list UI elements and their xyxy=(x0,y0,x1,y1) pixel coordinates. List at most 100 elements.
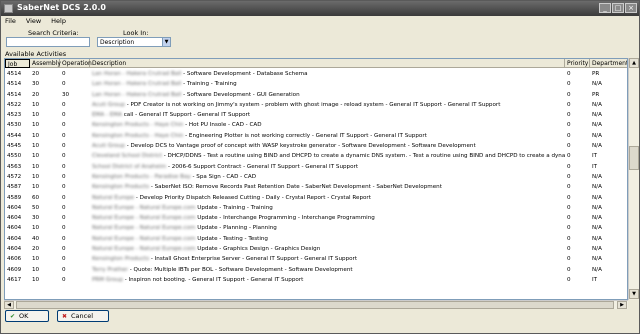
app-icon xyxy=(4,4,13,13)
horizontal-scrollbar[interactable]: ◀ ▶ xyxy=(4,300,628,309)
table-row[interactable]: 4606 10 0 Kensington Products - Install Gho… xyxy=(5,254,627,264)
ok-button[interactable]: ✔ OK xyxy=(5,310,49,322)
customer-name: Natural Europe xyxy=(92,194,135,201)
table-row[interactable]: 4544 10 0 Kensington Products - Haye Chin -… xyxy=(5,131,627,141)
cell-description: Natural Europe - Natural Europe.com Upda… xyxy=(90,244,565,254)
cell-assembly: 10 xyxy=(32,153,40,160)
activity-description: - Inspiron not booting. - General IT Sup… xyxy=(124,276,304,283)
column-header-job[interactable]: Job xyxy=(5,59,30,68)
cell-assembly: 20 xyxy=(32,246,40,253)
cell-job: 4589 xyxy=(7,194,22,201)
table-row[interactable]: 4522 10 0 Acuti Group - PDF Creator is not … xyxy=(5,100,627,110)
cell-job: 4545 xyxy=(7,143,22,150)
table-row[interactable]: 4617 10 0 PRM Group - Inspiron not booting.… xyxy=(5,275,627,285)
grid-header: Job Assembly Operation Description Prior… xyxy=(5,59,627,68)
table-row[interactable]: 4609 10 0 Terry Prather - Quote: Multiple I… xyxy=(5,265,627,275)
cancel-button[interactable]: ✖ Cancel xyxy=(57,310,109,322)
column-header-operation[interactable]: Operation xyxy=(60,59,92,68)
column-header-description[interactable]: Description xyxy=(90,59,565,68)
activity-description: Update - Training - Training xyxy=(197,204,273,211)
chevron-down-icon[interactable]: ▼ xyxy=(162,38,170,46)
cell-operation: 0 xyxy=(62,101,66,108)
table-row[interactable]: 4530 10 0 Kensington Products - Haye Chin -… xyxy=(5,120,627,130)
column-header-assembly[interactable]: Assembly xyxy=(30,59,61,68)
menu-file[interactable]: File xyxy=(1,16,20,26)
search-label: Search Criteria: xyxy=(28,29,79,37)
cell-priority: 0 xyxy=(567,235,571,242)
menu-view[interactable]: View xyxy=(22,16,45,26)
cell-assembly: 10 xyxy=(32,173,40,180)
table-row[interactable]: 4589 60 0 Natural Europe - Develop Priority… xyxy=(5,193,627,203)
customer-name: Natural Europe - Natural Europe.com xyxy=(92,204,196,211)
cell-description: Natural Europe - Natural Europe.com Upda… xyxy=(90,234,565,244)
customer-name: Kensington Products - Paradise Bay xyxy=(92,173,191,180)
activity-description: - Spa Sign - CAD - CAD xyxy=(192,173,257,180)
vertical-scroll-thumb[interactable] xyxy=(629,146,639,170)
table-row[interactable]: 4514 20 30 Lan Horan - Hakera Crutrad Ball … xyxy=(5,90,627,100)
table-row[interactable]: 4604 10 0 Natural Europe - Natural Europe.c… xyxy=(5,223,627,233)
cell-priority: 0 xyxy=(567,71,571,77)
table-row[interactable]: 4545 10 0 Acuti Group - Develop DCS to Vant… xyxy=(5,141,627,151)
scroll-left-icon[interactable]: ◀ xyxy=(4,301,14,309)
cell-department: N/A xyxy=(592,173,602,180)
table-row[interactable]: 4572 10 0 Kensington Products - Paradise Ba… xyxy=(5,172,627,182)
lookin-select[interactable]: Description ▼ xyxy=(97,37,171,47)
cell-priority: 0 xyxy=(567,101,571,108)
table-row[interactable]: 4604 20 0 Natural Europe - Natural Europe.c… xyxy=(5,244,627,254)
activity-description: Update - Graphics Design - Graphics Desi… xyxy=(197,246,321,253)
cell-department: IT xyxy=(592,163,598,170)
lookin-label: Look In: xyxy=(123,29,149,37)
customer-name: Cleveland School District xyxy=(92,153,162,160)
activity-description: - SaberNet ISO: Remove Records Past Rete… xyxy=(150,184,442,191)
vertical-scrollbar[interactable]: ▲ ▼ xyxy=(628,58,639,300)
table-row[interactable]: 4604 40 0 Natural Europe - Natural Europe.c… xyxy=(5,234,627,244)
menu-help[interactable]: Help xyxy=(47,16,70,26)
cell-priority: 0 xyxy=(567,184,571,191)
cell-operation: 0 xyxy=(62,204,66,211)
cell-description: Natural Europe - Natural Europe.com Upda… xyxy=(90,223,565,233)
table-row[interactable]: 4604 50 0 Natural Europe - Natural Europe.c… xyxy=(5,203,627,213)
cell-assembly: 10 xyxy=(32,143,40,150)
minimize-icon[interactable]: _ xyxy=(599,3,611,13)
window-title: SaberNet DCS 2.0.0 xyxy=(17,3,106,12)
activity-description: - PDF Creator is not working on Jimmy's … xyxy=(126,101,501,108)
horizontal-scroll-thumb[interactable] xyxy=(16,301,614,309)
cell-job: 4617 xyxy=(7,276,22,283)
table-row[interactable]: 4514 30 0 Lan Horan - Hakera Crutrad Ball -… xyxy=(5,79,627,89)
cell-assembly: 10 xyxy=(32,276,40,283)
column-header-department[interactable]: Department xyxy=(590,59,627,68)
cell-priority: 0 xyxy=(567,256,571,263)
cell-department: N/A xyxy=(592,256,602,263)
cell-description: Natural Europe - Natural Europe.com Upda… xyxy=(90,203,565,213)
cell-priority: 0 xyxy=(567,81,571,88)
cell-department: PR xyxy=(592,71,600,77)
cell-job: 4604 xyxy=(7,225,22,232)
column-header-priority[interactable]: Priority xyxy=(565,59,590,68)
cell-job: 4522 xyxy=(7,101,22,108)
cell-description: Kensington Products - Install Ghost Ente… xyxy=(90,254,565,264)
cell-description: Kensington Products - Paradise Bay - Spa… xyxy=(90,172,565,182)
activities-grid: Job Assembly Operation Description Prior… xyxy=(4,58,628,300)
table-row[interactable]: 4563 10 0 School District of Anaheim - 2006… xyxy=(5,162,627,172)
title-bar[interactable]: SaberNet DCS 2.0.0 _ □ × xyxy=(1,1,639,16)
cell-department: N/A xyxy=(592,225,602,232)
table-row[interactable]: 4523 10 0 EMA - EMA call - General IT Suppo… xyxy=(5,110,627,120)
customer-name: Lan Horan - Hakera Crutrad Ball xyxy=(92,71,182,77)
cell-assembly: 40 xyxy=(32,235,40,242)
table-row[interactable]: 4604 30 0 Natural Europe - Natural Europe.c… xyxy=(5,213,627,223)
scroll-down-icon[interactable]: ▼ xyxy=(629,289,639,299)
cell-department: IT xyxy=(592,153,598,160)
table-row[interactable]: 4514 20 0 Lan Horan - Hakera Crutrad Ball -… xyxy=(5,69,627,79)
scroll-right-icon[interactable]: ▶ xyxy=(617,301,627,309)
close-icon[interactable]: × xyxy=(625,3,637,13)
cell-priority: 0 xyxy=(567,173,571,180)
table-row[interactable]: 4550 10 0 Cleveland School District - DHCP/… xyxy=(5,151,627,161)
maximize-icon[interactable]: □ xyxy=(612,3,624,13)
activity-description: - Quote: Multiple IBTs per BOL - Softwar… xyxy=(129,266,353,273)
scroll-up-icon[interactable]: ▲ xyxy=(629,58,639,68)
search-input[interactable] xyxy=(6,37,90,47)
check-icon: ✔ xyxy=(9,313,16,320)
cell-job: 4572 xyxy=(7,173,22,180)
table-row[interactable]: 4587 10 0 Kensington Products - SaberNet IS… xyxy=(5,182,627,192)
cell-operation: 0 xyxy=(62,266,66,273)
